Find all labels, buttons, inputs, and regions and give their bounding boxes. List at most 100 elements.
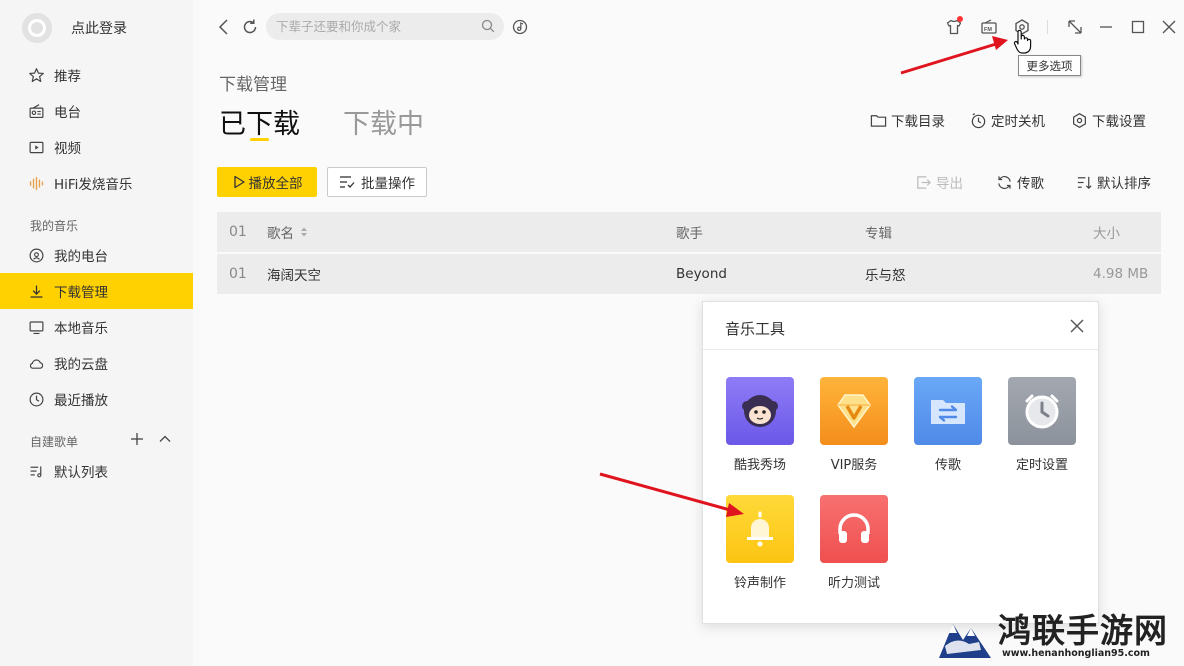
header-song-name-label: 歌名: [267, 226, 294, 242]
video-icon: [29, 141, 44, 153]
my-music-section-title: 我的音乐: [30, 219, 79, 233]
header-num: 01: [229, 224, 247, 240]
hand-cursor-icon: [1013, 29, 1032, 54]
back-chevron-icon[interactable]: [216, 18, 232, 36]
header-artist: 歌手: [676, 226, 703, 242]
vip-diamond-icon: [820, 377, 888, 445]
batch-operation-label: 批量操作: [361, 176, 415, 192]
sidebar-item-label: 电台: [54, 105, 81, 121]
sidebar-item-video[interactable]: 视频: [0, 129, 193, 165]
sidebar-item-default-list[interactable]: 默认列表: [0, 453, 193, 489]
header-song-name[interactable]: 歌名: [267, 212, 309, 252]
download-folder-button[interactable]: 下载目录: [870, 110, 945, 130]
transfer-song-button[interactable]: 传歌: [996, 172, 1044, 192]
chevron-up-icon[interactable]: [158, 432, 172, 446]
play-all-label: 播放全部: [248, 176, 303, 192]
sidebar-item-hifi[interactable]: HiFi发烧音乐: [0, 165, 193, 201]
sidebar-item-label: 推荐: [54, 69, 81, 85]
divider: [1047, 20, 1048, 34]
timer-clock-icon: [971, 112, 986, 128]
row-num: 01: [229, 266, 247, 282]
tool-label: 定时设置: [1015, 458, 1068, 473]
maximize-icon[interactable]: [1129, 18, 1147, 36]
tool-hearing-test[interactable]: 听力测试: [814, 495, 894, 591]
headphones-icon: [820, 495, 888, 563]
export-button[interactable]: 导出: [915, 172, 963, 192]
tool-kuwo-show[interactable]: 酷我秀场: [720, 377, 800, 473]
row-artist[interactable]: Beyond: [676, 254, 727, 294]
sidebar-item-label: 本地音乐: [54, 321, 108, 337]
default-sort-label: 默认排序: [1097, 176, 1151, 192]
tool-label: 酷我秀场: [733, 458, 786, 473]
sidebar-item-label: 视频: [54, 141, 81, 157]
close-window-icon[interactable]: [1160, 18, 1178, 36]
tab-active-indicator: [250, 138, 269, 141]
folder-icon: [870, 114, 887, 127]
refresh-icon[interactable]: [241, 18, 259, 36]
tab-downloading[interactable]: 下载中: [343, 102, 424, 141]
my-radio-icon: [29, 248, 44, 262]
watermark-text: 鸿联手游网: [998, 611, 1168, 650]
download-icon: [30, 285, 43, 298]
fm-radio-icon[interactable]: FM: [980, 18, 998, 36]
row-album[interactable]: 乐与怒: [865, 254, 906, 294]
sidebar-item-label: 默认列表: [54, 465, 108, 481]
timer-shutdown-button[interactable]: 定时关机: [970, 110, 1045, 130]
table-row[interactable]: 01 海阔天空 Beyond 乐与怒 4.98 MB: [217, 254, 1161, 294]
timer-shutdown-label: 定时关机: [991, 114, 1045, 130]
minimize-icon[interactable]: [1097, 18, 1115, 36]
notification-dot: [957, 16, 963, 22]
tool-vip-service[interactable]: VIP服务: [814, 377, 894, 473]
sidebar-item-my-radio[interactable]: 我的电台: [0, 237, 193, 273]
kuwo-show-icon: [726, 377, 794, 445]
play-all-button[interactable]: 播放全部: [217, 167, 317, 197]
tab-downloaded[interactable]: 已下载: [219, 102, 300, 141]
playlist-actions: [130, 432, 172, 446]
avatar[interactable]: [22, 13, 52, 43]
watermark-url: www.henanhonglian95.com: [1002, 648, 1150, 659]
sidebar-item-radio[interactable]: 电台: [0, 93, 193, 129]
download-settings-button[interactable]: 下载设置: [1071, 110, 1146, 130]
tool-label: VIP服务: [830, 458, 878, 473]
sidebar-item-label: 我的电台: [54, 249, 108, 265]
sidebar-item-recommend[interactable]: 推荐: [0, 57, 193, 93]
tool-transfer-song[interactable]: 传歌: [908, 377, 988, 473]
playlist-icon: [30, 465, 42, 477]
music-recognition-icon[interactable]: [512, 19, 528, 35]
sidebar-item-download[interactable]: 下载管理: [0, 273, 193, 309]
tool-ringtone-maker[interactable]: 铃声制作: [720, 495, 800, 591]
download-settings-label: 下载设置: [1092, 114, 1146, 130]
sort-icon: [1077, 176, 1092, 189]
table-header: 01 歌名 歌手 专辑 大小: [217, 212, 1161, 252]
sidebar: 点此登录 推荐 电台 视频 HiFi发烧音乐 我的音乐 我的电台 下载管理 本地…: [0, 0, 193, 666]
tool-label: 听力测试: [827, 576, 880, 591]
sidebar-item-local-music[interactable]: 本地音乐: [0, 309, 193, 345]
tool-timer-setting[interactable]: 定时设置: [1002, 377, 1082, 473]
sidebar-item-label: 最近播放: [54, 393, 108, 409]
mini-mode-icon[interactable]: [1066, 18, 1084, 36]
star-icon: [29, 67, 44, 82]
clock-icon: [29, 392, 44, 406]
row-song-name[interactable]: 海阔天空: [267, 254, 321, 294]
default-sort-button[interactable]: 默认排序: [1076, 172, 1151, 192]
close-icon[interactable]: [1069, 318, 1085, 334]
batch-list-icon: [340, 176, 355, 188]
play-icon: [233, 175, 245, 189]
music-tools-dialog: 音乐工具 酷我秀场 VIP服务 传歌 定时设置 铃声制作 听力测试: [702, 301, 1099, 624]
search-box[interactable]: [266, 13, 504, 40]
search-input[interactable]: [276, 19, 476, 34]
profile-login[interactable]: 点此登录: [22, 10, 127, 46]
settings-hexagon-icon: [1073, 112, 1086, 128]
sidebar-item-recent[interactable]: 最近播放: [0, 381, 193, 417]
sidebar-item-label: 下载管理: [54, 285, 108, 301]
sync-icon: [998, 175, 1011, 189]
login-text[interactable]: 点此登录: [71, 18, 127, 38]
sidebar-item-cloud[interactable]: 我的云盘: [0, 345, 193, 381]
sort-arrows-icon[interactable]: [299, 226, 309, 238]
batch-operation-button[interactable]: 批量操作: [327, 167, 427, 197]
tool-label: 传歌: [934, 458, 961, 473]
search-icon[interactable]: [481, 19, 495, 33]
sidebar-item-label: HiFi发烧音乐: [54, 177, 133, 193]
monitor-icon: [29, 320, 44, 334]
plus-icon[interactable]: [130, 432, 144, 446]
